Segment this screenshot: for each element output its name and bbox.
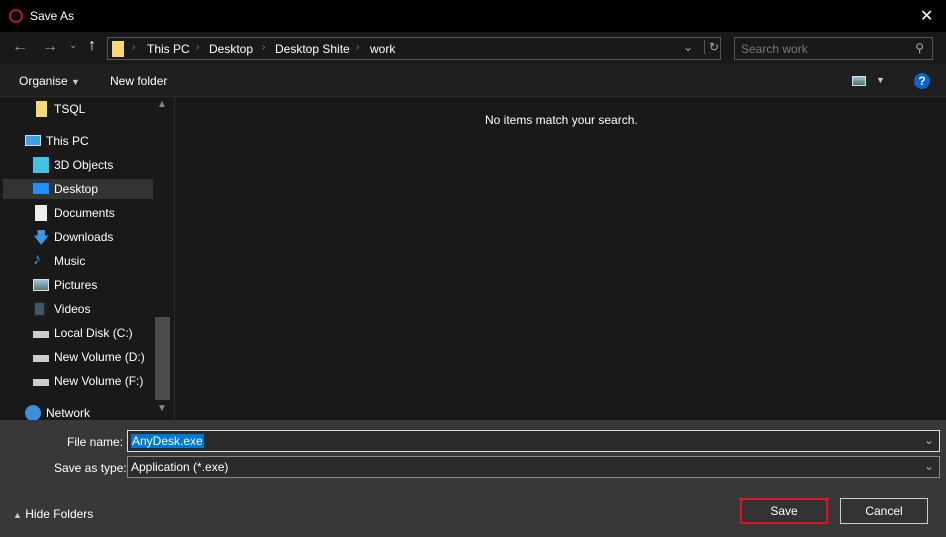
opera-logo-icon — [9, 9, 23, 23]
computer-icon — [25, 135, 41, 146]
breadcrumb-work[interactable]: work — [370, 42, 395, 56]
desktop-icon — [33, 183, 49, 194]
sidebar-item-label: This PC — [46, 134, 89, 148]
download-icon: 🡇 — [33, 230, 50, 247]
file-name-label: File name: — [67, 435, 124, 449]
organise-label: Organise — [19, 74, 68, 88]
empty-message: No items match your search. — [485, 113, 638, 127]
breadcrumb-desktop[interactable]: Desktop — [209, 42, 253, 56]
pictures-icon — [33, 279, 49, 291]
toolbar: Organise ▼ New folder ▼ ? — [0, 64, 946, 97]
sidebar-item-documents[interactable]: Documents — [0, 203, 153, 223]
folder-icon — [36, 101, 47, 117]
sidebar-item-label: Desktop — [54, 182, 99, 196]
save-type-dropdown-icon[interactable]: ⌄ — [924, 459, 934, 473]
videos-icon — [33, 301, 46, 317]
sidebar-item-new-volume-d[interactable]: New Volume (D:) — [0, 347, 153, 367]
close-icon[interactable]: ✕ — [920, 6, 933, 26]
music-icon: ♪ — [33, 251, 41, 268]
window-title: Save As — [30, 9, 75, 23]
view-dropdown-icon[interactable]: ▼ — [876, 75, 885, 85]
sidebar-item-label: Pictures — [54, 278, 98, 292]
sidebar-item-label: Network — [46, 406, 91, 420]
sidebar-item-local-disk-c[interactable]: Local Disk (C:) — [0, 323, 153, 343]
file-name-input[interactable]: AnyDesk.exe ⌄ — [127, 430, 940, 452]
sidebar-item-videos[interactable]: Videos — [0, 299, 153, 319]
up-button[interactable]: ↑ — [88, 37, 96, 55]
sidebar-item-label: New Volume (F:) — [54, 374, 144, 388]
recent-dropdown-icon[interactable]: ⌄ — [69, 40, 77, 51]
file-name-value: AnyDesk.exe — [131, 434, 204, 448]
sidebar-item-desktop[interactable]: Desktop — [3, 179, 153, 199]
drive-icon — [33, 379, 49, 386]
folder-icon — [112, 41, 124, 57]
sidebar-item-tsql[interactable]: TSQL — [0, 99, 153, 119]
scroll-up-icon[interactable]: ▲ — [157, 99, 167, 110]
breadcrumb-desktop-shite[interactable]: Desktop Shite — [275, 42, 350, 56]
new-folder-button[interactable]: New folder — [110, 74, 167, 88]
search-input[interactable]: Search work ⚲ — [734, 37, 933, 60]
cancel-button[interactable]: Cancel — [840, 498, 928, 524]
network-icon — [25, 405, 41, 421]
drive-icon — [33, 331, 49, 338]
refresh-icon[interactable]: ↻ — [704, 40, 719, 54]
hide-folders-button[interactable]: ▲ Hide Folders — [13, 507, 93, 521]
navigation-pane: TSQL This PC 3D Objects Desktop Document… — [0, 97, 173, 421]
sidebar-item-label: Videos — [54, 302, 91, 316]
sidebar-item-downloads[interactable]: 🡇 Downloads — [0, 227, 153, 247]
sidebar-item-3d-objects[interactable]: 3D Objects — [0, 155, 153, 175]
sidebar-item-label: New Volume (D:) — [54, 350, 145, 364]
sidebar-item-label: Local Disk (C:) — [54, 326, 133, 340]
sidebar-item-label: TSQL — [54, 102, 86, 116]
file-name-dropdown-icon[interactable]: ⌄ — [924, 433, 934, 447]
forward-button[interactable]: → — [42, 38, 58, 56]
title-bar: Save As ✕ — [0, 0, 946, 32]
sidebar-item-this-pc[interactable]: This PC — [0, 131, 153, 151]
address-bar[interactable]: › This PC › Desktop › Desktop Shite › wo… — [107, 37, 721, 60]
sidebar-item-label: Downloads — [54, 230, 114, 244]
help-button[interactable]: ? — [914, 73, 930, 89]
scroll-down-icon[interactable]: ▼ — [157, 403, 167, 414]
document-icon — [35, 205, 47, 221]
breadcrumb-this-pc[interactable]: This PC — [147, 42, 190, 56]
back-button[interactable]: ← — [12, 38, 28, 56]
sidebar-item-label: Music — [54, 254, 86, 268]
sidebar-item-new-volume-f[interactable]: New Volume (F:) — [0, 371, 153, 391]
file-list: No items match your search. — [174, 97, 946, 420]
view-icon[interactable] — [852, 76, 866, 86]
sidebar-item-music[interactable]: ♪ Music — [0, 251, 153, 271]
sidebar-item-label: Documents — [54, 206, 115, 220]
search-placeholder: Search work — [741, 42, 808, 56]
address-dropdown-icon[interactable]: ⌄ — [683, 40, 693, 54]
drive-icon — [33, 355, 49, 362]
save-type-label: Save as type: — [54, 461, 127, 475]
organise-button[interactable]: Organise ▼ — [19, 74, 80, 88]
cube-icon — [33, 157, 49, 173]
search-icon[interactable]: ⚲ — [915, 41, 924, 55]
save-type-select[interactable]: Application (*.exe) ⌄ — [127, 456, 940, 478]
save-button[interactable]: Save — [740, 498, 828, 524]
save-type-value: Application (*.exe) — [131, 460, 229, 474]
sidebar-scrollbar-thumb[interactable] — [155, 317, 170, 400]
hide-folders-label: Hide Folders — [25, 507, 94, 521]
sidebar-item-label: 3D Objects — [54, 158, 114, 172]
sidebar-item-pictures[interactable]: Pictures — [0, 275, 153, 295]
chevron-up-icon: ▲ — [13, 510, 22, 520]
